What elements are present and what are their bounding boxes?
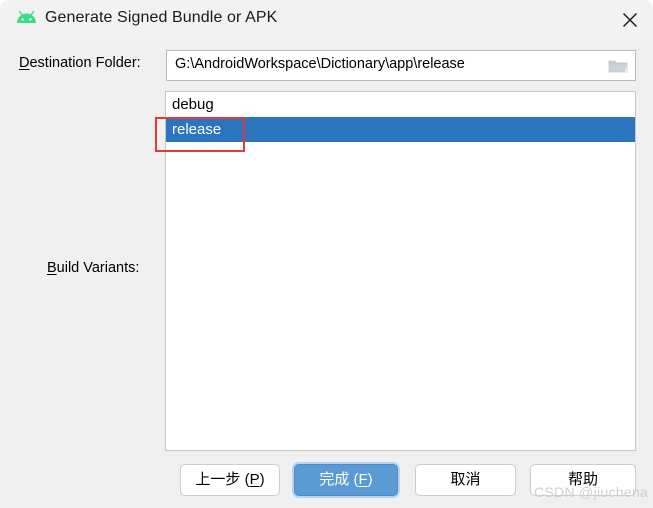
finish-button-mnemonic: F <box>358 471 368 488</box>
build-variants-label-rest: uild Variants: <box>56 260 140 276</box>
help-button[interactable]: 帮助 <box>530 464 636 496</box>
list-item[interactable]: release <box>166 117 635 142</box>
finish-button-suffix: ) <box>367 471 373 488</box>
close-button[interactable] <box>607 0 653 40</box>
previous-step-button-suffix: ) <box>259 471 265 488</box>
destination-folder-label-mnemonic: D <box>19 55 30 71</box>
previous-step-button[interactable]: 上一步 (P) <box>180 464 280 496</box>
cancel-button[interactable]: 取消 <box>415 464 516 496</box>
finish-button-text: 完成 ( <box>319 471 359 488</box>
android-robot-icon <box>16 10 37 29</box>
destination-folder-label-rest: estination Folder: <box>29 55 141 71</box>
destination-folder-field[interactable] <box>166 50 636 81</box>
generate-signed-bundle-dialog: Generate Signed Bundle or APK Destinatio… <box>0 0 653 508</box>
list-item[interactable]: debug <box>166 92 635 117</box>
destination-folder-label: Destination Folder: <box>19 55 141 71</box>
build-variants-label: Build Variants: <box>47 260 139 276</box>
folder-icon[interactable] <box>608 58 628 74</box>
build-variants-list[interactable]: debug release <box>165 91 636 451</box>
finish-button[interactable]: 完成 (F) <box>294 464 398 496</box>
destination-folder-input[interactable] <box>175 56 585 72</box>
build-variants-label-mnemonic: B <box>47 260 57 276</box>
previous-step-button-text: 上一步 ( <box>195 471 250 488</box>
previous-step-button-mnemonic: P <box>249 471 260 488</box>
window-title: Generate Signed Bundle or APK <box>45 9 278 26</box>
title-bar: Generate Signed Bundle or APK <box>0 0 653 40</box>
